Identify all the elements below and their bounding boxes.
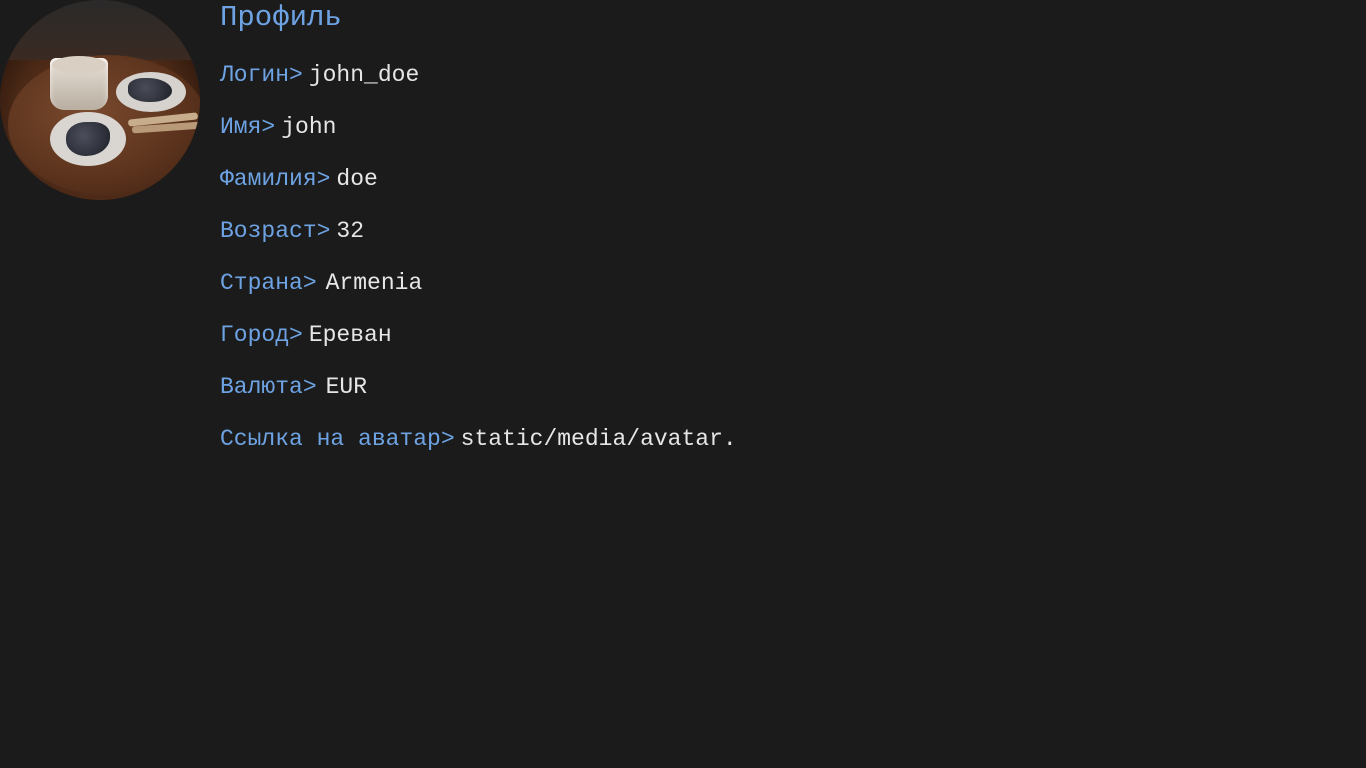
avatar-photo-background — [0, 0, 200, 60]
field-login: Логин> john_doe — [220, 60, 737, 112]
field-currency-label: Валюта> — [220, 374, 317, 400]
field-last-name-label: Фамилия> — [220, 166, 331, 192]
field-country-value: Armenia — [325, 270, 423, 296]
avatar-stones — [128, 78, 172, 102]
field-first-name: Имя> john — [220, 112, 737, 164]
field-currency-value: EUR — [325, 374, 368, 400]
field-city: Город> Ереван — [220, 320, 737, 372]
profile-fields: Логин> john_doe Имя> john Фамилия> doe Возр… — [220, 60, 737, 476]
field-city-value: Ереван — [308, 322, 392, 348]
field-first-name-label: Имя> — [220, 114, 276, 140]
field-currency: Валюта> EUR — [220, 372, 737, 424]
field-age-value: 32 — [336, 218, 365, 244]
field-login-value: john_doe — [308, 62, 420, 88]
field-last-name-value: doe — [336, 166, 378, 192]
field-age: Возраст> 32 — [220, 216, 737, 268]
field-first-name-value: john — [281, 114, 337, 140]
page-title: Профиль — [220, 1, 342, 34]
field-avatar-link-label: Ссылка на аватар> — [220, 426, 455, 452]
field-city-label: Город> — [220, 322, 303, 348]
field-age-label: Возраст> — [220, 218, 331, 244]
field-avatar-link: Ссылка на аватар> static/media/avatar. — [220, 424, 737, 476]
field-avatar-link-value: static/media/avatar. — [460, 426, 737, 452]
avatar-candle-top — [52, 56, 106, 74]
field-login-label: Логин> — [220, 62, 303, 88]
avatar — [0, 0, 200, 200]
field-country-label: Страна> — [220, 270, 317, 296]
field-country: Страна> Armenia — [220, 268, 737, 320]
field-last-name: Фамилия> doe — [220, 164, 737, 216]
